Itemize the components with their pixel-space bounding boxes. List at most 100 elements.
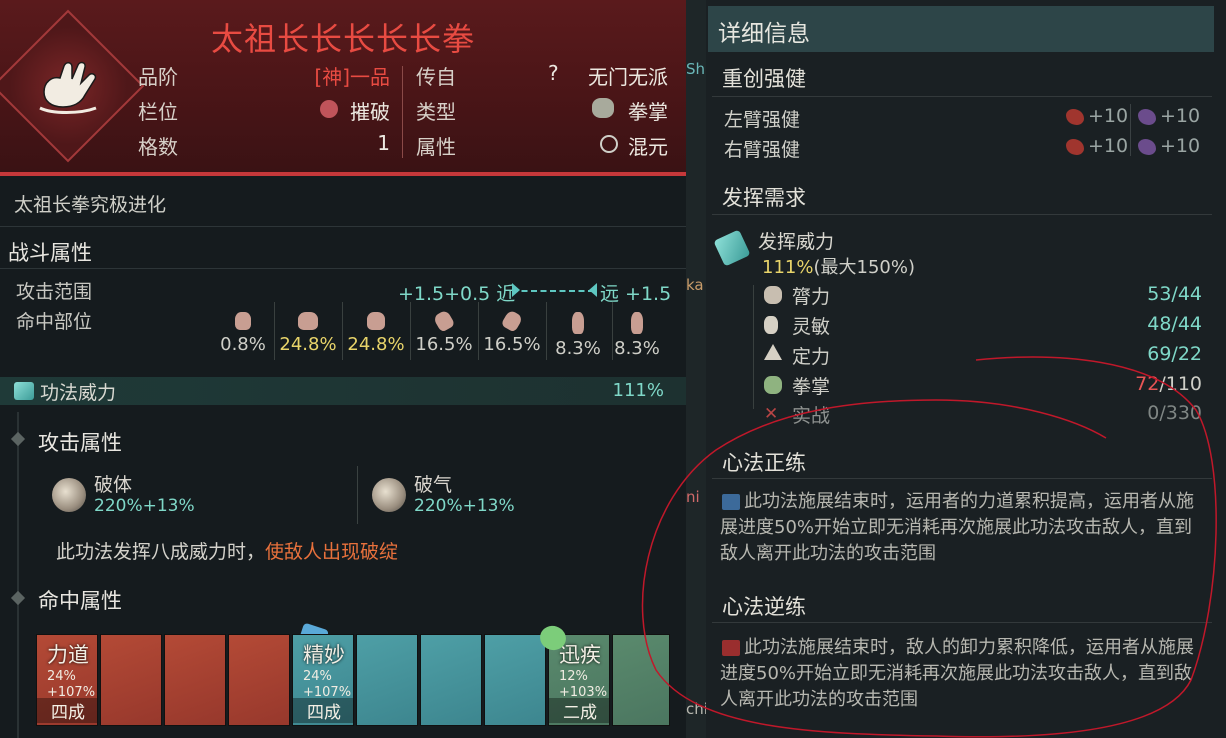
break-qi-value: 220%+13% xyxy=(414,496,515,516)
background-label: Sh xyxy=(686,60,706,78)
right-arm-icon xyxy=(500,309,524,333)
type-label: 类型 xyxy=(416,100,456,124)
divider xyxy=(712,96,1212,97)
hit-card-slot xyxy=(228,634,290,726)
ni-text: 此功法施展结束时，敌人的卸力累积降低，运用者从施展进度50%开始立即无消耗再次施… xyxy=(720,637,1194,710)
req-heading: 发挥需求 xyxy=(722,186,806,210)
element-label: 属性 xyxy=(416,135,456,159)
stat-name: 膂力 xyxy=(792,286,831,308)
note-text: 此功法发挥八成威力时， xyxy=(56,541,266,563)
hit-card-slot xyxy=(100,634,162,726)
stat-name: 灵敏 xyxy=(792,316,831,338)
background-label: ka xyxy=(686,276,704,294)
question-icon: ? xyxy=(548,61,559,85)
chest-icon xyxy=(298,312,318,330)
tree-track xyxy=(17,412,19,738)
belly-icon xyxy=(367,312,385,330)
break-body-icon xyxy=(52,478,86,512)
break-qi-icon xyxy=(372,478,406,512)
cells-value: 1 xyxy=(377,131,390,155)
power-label: 功法威力 xyxy=(40,382,117,404)
stat-value: 53/44 xyxy=(1147,283,1202,305)
stat-name: 实战 xyxy=(792,405,831,427)
hit-part-belly: 24.8% xyxy=(343,302,409,358)
stat-value-max: /110 xyxy=(1159,373,1202,395)
divider xyxy=(0,226,686,227)
left-arm-icon xyxy=(432,309,456,333)
focus-icon xyxy=(764,344,782,360)
right-arm-value-2: +10 xyxy=(1160,135,1201,157)
purple-arm-icon xyxy=(1138,109,1156,125)
purple-arm-icon xyxy=(1138,139,1156,155)
divider xyxy=(357,466,358,524)
element-value: 混元 xyxy=(628,135,668,159)
skill-description: 太祖长拳究极进化 xyxy=(14,194,167,216)
strength-icon xyxy=(764,286,782,304)
right-arm-value-1: +10 xyxy=(1088,135,1129,157)
background-label: ni xyxy=(686,488,700,506)
hit-part-label: 命中部位 xyxy=(16,311,93,333)
background-label: chi xyxy=(686,700,708,718)
hit-card-slot xyxy=(356,634,418,726)
sword-icon xyxy=(14,382,34,400)
header-divider xyxy=(402,66,403,158)
hit-card-strength[interactable]: 力道 24% +107% 四成 xyxy=(36,634,98,726)
source-label: 传自 xyxy=(416,65,456,89)
right-leg-icon xyxy=(631,312,643,334)
req-percent-row: 111%(最大150%) xyxy=(762,253,915,279)
left-leg-icon xyxy=(572,312,584,334)
req-percent: 111% xyxy=(762,257,814,278)
detail-title: 详细信息 xyxy=(718,21,810,47)
background-strip xyxy=(686,0,706,738)
source-value: 无门无派 xyxy=(588,65,668,89)
hit-part-head: 0.8% xyxy=(210,302,276,358)
hit-part-value: 24.8% xyxy=(347,334,405,355)
zheng-heading: 心法正练 xyxy=(722,451,806,475)
slot-value: 摧破 xyxy=(350,100,390,124)
hit-card-slot xyxy=(484,634,546,726)
divider xyxy=(712,622,1212,623)
hit-part-value: 16.5% xyxy=(483,334,541,355)
hit-part-value: 0.8% xyxy=(220,334,266,355)
hit-card-precision[interactable]: 精妙 24% +107% 四成 xyxy=(292,634,354,726)
type-value: 拳掌 xyxy=(628,100,668,124)
left-arm-value-2: +10 xyxy=(1160,105,1201,127)
divider xyxy=(0,268,686,269)
grade-label: 品阶 xyxy=(138,65,178,89)
left-arm-value-1: +10 xyxy=(1088,105,1129,127)
stat-name: 拳掌 xyxy=(792,376,831,398)
note-highlight: 使敌人出现破绽 xyxy=(265,541,399,563)
stat-value: 69/22 xyxy=(1147,343,1202,365)
zheng-text: 此功法施展结束时，运用者的力道累积提高，运用者从施展进度50%开始立即无消耗再次… xyxy=(720,491,1194,564)
head-icon xyxy=(235,312,251,330)
card-pct: 24% xyxy=(303,669,332,684)
right-arm-label: 右臂强健 xyxy=(724,139,801,161)
card-rank: 四成 xyxy=(37,698,97,723)
left-arm-label: 左臂强健 xyxy=(724,109,801,131)
red-arm-icon xyxy=(1066,109,1084,125)
range-bar xyxy=(512,290,594,292)
power-value: 111% xyxy=(612,380,664,401)
stat-value: 72/110 xyxy=(1102,373,1202,395)
combat-heading: 战斗属性 xyxy=(8,241,92,265)
attack-heading: 攻击属性 xyxy=(38,431,122,455)
ni-heading: 心法逆练 xyxy=(722,595,806,619)
attack-note: 此功法发挥八成威力时，使敌人出现破绽 xyxy=(56,537,398,564)
slot-label: 栏位 xyxy=(138,100,178,124)
divider xyxy=(712,478,1212,479)
stat-name: 定力 xyxy=(792,346,831,368)
tree-line xyxy=(753,285,754,409)
card-pct: 12% xyxy=(559,669,588,684)
hit-heading: 命中属性 xyxy=(38,589,122,613)
divider xyxy=(712,214,1212,215)
card-pct: 24% xyxy=(47,669,76,684)
range-label: 攻击范围 xyxy=(16,281,93,303)
break-body-value: 220%+13% xyxy=(94,496,195,516)
red-arm-icon xyxy=(1066,139,1084,155)
hit-part-right-arm: 16.5% xyxy=(479,302,545,358)
divider xyxy=(1130,104,1131,156)
req-title: 发挥威力 xyxy=(758,231,835,253)
hit-card-slot xyxy=(164,634,226,726)
break-body-name: 破体 xyxy=(94,474,133,496)
hit-part-value: 8.3% xyxy=(555,338,601,359)
